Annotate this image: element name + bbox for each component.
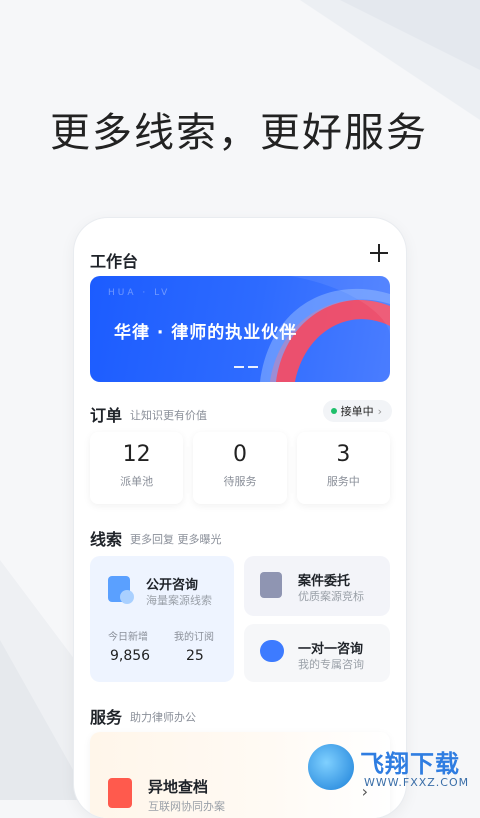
- stat-label: 派单池: [120, 475, 154, 488]
- case-entrust-subtitle: 优质案源竞标: [298, 590, 364, 603]
- workspace-title: 工作台: [90, 252, 139, 271]
- case-entrust-title: 案件委托: [298, 574, 351, 589]
- banner-pagination: [234, 353, 262, 372]
- chat-bubble-icon: [260, 640, 284, 662]
- banner-tag: HUA · LV: [108, 288, 171, 298]
- stat-value: 3: [336, 442, 351, 467]
- order-stats: 12 派单池 0 待服务 3 服务中: [90, 432, 390, 504]
- public-consult-subtitle: 海量案源线索: [146, 594, 212, 607]
- stat-pending[interactable]: 0 待服务: [193, 432, 287, 504]
- order-status-label: 接单中: [340, 405, 374, 418]
- orders-title: 订单: [90, 406, 123, 425]
- stat-value: 12: [122, 442, 151, 467]
- add-icon[interactable]: [368, 242, 390, 264]
- leads-subtitle: 更多回复 更多曝光: [130, 533, 222, 546]
- stat-label: 待服务: [223, 475, 257, 488]
- stat-dispatch-pool[interactable]: 12 派单池: [90, 432, 184, 504]
- stat-value: 0: [232, 442, 247, 467]
- today-new-value: 9,856: [110, 648, 151, 664]
- today-new-label: 今日新增: [108, 632, 148, 643]
- archive-file-icon: [108, 778, 132, 808]
- my-subscription-value: 25: [186, 648, 204, 664]
- services-subtitle: 助力律师办公: [130, 711, 196, 724]
- status-dot-icon: [330, 408, 337, 414]
- services-title: 服务: [90, 708, 123, 727]
- one-on-one-subtitle: 我的专属咨询: [298, 658, 364, 671]
- one-on-one-title: 一对一咨询: [298, 642, 364, 657]
- headline: 更多线索，更好服务: [50, 110, 428, 156]
- chevron-right-icon: ›: [377, 404, 382, 418]
- one-on-one-card[interactable]: 一对一咨询 我的专属咨询: [244, 624, 390, 682]
- stat-label: 服务中: [326, 475, 360, 488]
- document-badge-icon: [120, 590, 134, 604]
- banner[interactable]: HUA · LV 华律 · 律师的执业伙伴: [90, 276, 390, 382]
- watermark-cn: 飞翔下载: [360, 750, 460, 778]
- public-consult-title: 公开咨询: [146, 578, 199, 593]
- my-subscription-label: 我的订阅: [174, 632, 214, 643]
- stat-in-service[interactable]: 3 服务中: [296, 432, 390, 504]
- phone-frame: 工作台 HUA · LV 华律 · 律师的执业伙伴 订单 让知识更有价值 接单中…: [74, 218, 406, 818]
- case-entrust-card[interactable]: 案件委托 优质案源竞标: [244, 556, 390, 616]
- public-consult-card[interactable]: 公开咨询 海量案源线索 今日新增 我的订阅 9,856 25: [90, 556, 234, 682]
- remote-archive-subtitle: 互联网协同办案: [148, 800, 225, 813]
- site-watermark: 飞翔下载 WWW.FXXZ.COM: [308, 744, 472, 794]
- leads-title: 线索: [90, 530, 123, 549]
- case-file-icon: [260, 572, 282, 598]
- banner-title: 华律 · 律师的执业伙伴: [114, 323, 298, 343]
- orders-subtitle: 让知识更有价值: [130, 409, 207, 422]
- watermark-en: WWW.FXXZ.COM: [364, 776, 470, 789]
- order-status-toggle[interactable]: 接单中 ›: [322, 400, 392, 422]
- remote-archive-title: 异地查档: [148, 778, 209, 796]
- watermark-logo-icon: [308, 744, 354, 790]
